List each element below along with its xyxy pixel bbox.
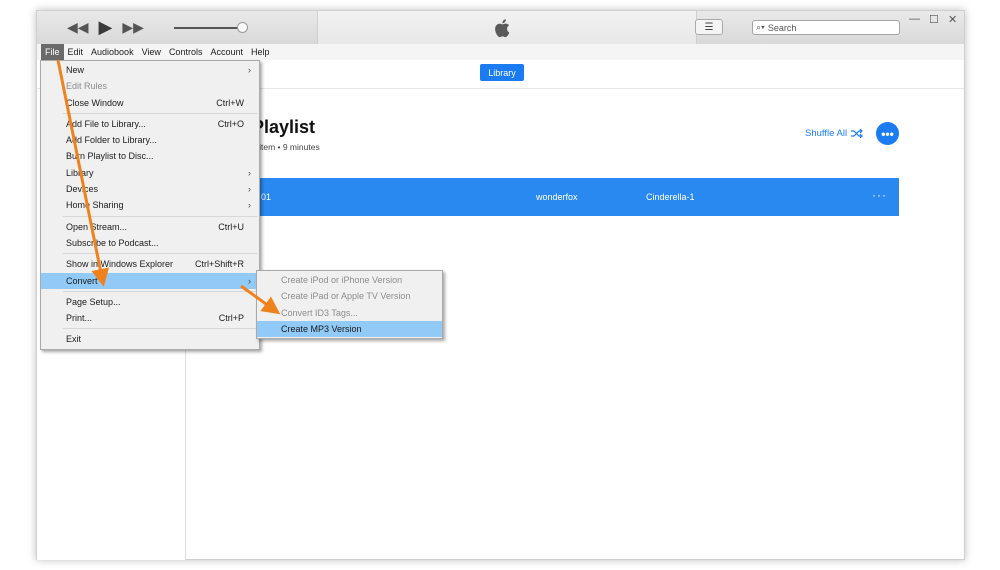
track-album: Cinderella-1	[646, 192, 695, 202]
menu-item-convert[interactable]: Convert ›	[41, 272, 259, 289]
title-bar: ◀◀ ▶ ▶▶ ☰ ⌕▾ — ☐ ✕	[37, 11, 964, 45]
menu-item-shortcut: Ctrl+P	[218, 313, 244, 324]
menu-item-shortcut: Ctrl+U	[218, 221, 244, 232]
shuffle-icon	[851, 129, 863, 138]
menu-item-label: Subscribe to Podcast...	[66, 237, 159, 248]
search-field[interactable]: ⌕▾	[752, 20, 900, 35]
menu-item-new[interactable]: New ›	[41, 62, 259, 78]
menu-audiobook[interactable]: Audiobook	[87, 44, 138, 60]
now-playing-display	[317, 11, 697, 44]
chevron-right-icon: ›	[248, 275, 251, 286]
menu-item-label: Exit	[66, 334, 82, 345]
menu-item-label: Open Stream...	[66, 221, 128, 232]
submenu-item-convert-id3-tags: Convert ID3 Tags...	[257, 305, 442, 321]
menu-item-label: Create iPad or Apple TV Version	[281, 291, 411, 302]
submenu-item-create-ipod-version: Create iPod or iPhone Version	[257, 272, 442, 288]
shuffle-all-label: Shuffle All	[805, 128, 848, 139]
chevron-right-icon: ›	[248, 167, 251, 178]
minimize-button[interactable]: —	[909, 13, 920, 25]
menu-item-label: Convert ID3 Tags...	[281, 307, 358, 318]
menu-bar: File Edit Audiobook View Controls Accoun…	[37, 44, 964, 60]
menu-item-library[interactable]: Library ›	[41, 165, 259, 181]
volume-slider-knob[interactable]	[237, 22, 248, 33]
menu-item-home-sharing[interactable]: Home Sharing ›	[41, 197, 259, 213]
menu-item-label: Create MP3 Version	[281, 323, 362, 334]
menu-item-label: Convert	[66, 275, 98, 286]
submenu-item-create-ipad-version: Create iPad or Apple TV Version	[257, 288, 442, 304]
track-more-button[interactable]: ···	[872, 188, 887, 202]
menu-item-label: Add File to Library...	[66, 118, 146, 129]
menu-controls[interactable]: Controls	[165, 44, 207, 60]
menu-item-subscribe-podcast[interactable]: Subscribe to Podcast...	[41, 235, 259, 251]
menu-item-show-in-explorer[interactable]: Show in Windows Explorer Ctrl+Shift+R	[41, 256, 259, 272]
menu-item-label: Page Setup...	[66, 296, 121, 307]
menu-item-shortcut: Ctrl+Shift+R	[194, 259, 244, 270]
fast-forward-icon[interactable]: ▶▶	[122, 19, 144, 35]
menu-item-label: Home Sharing	[66, 200, 124, 211]
menu-separator	[63, 290, 257, 292]
menu-item-edit-rules: Edit Rules	[41, 78, 259, 94]
volume-slider-track[interactable]	[174, 27, 246, 29]
menu-item-label: Devices	[66, 184, 99, 195]
menu-item-label: Create iPod or iPhone Version	[281, 275, 403, 285]
menu-item-add-file[interactable]: Add File to Library... Ctrl+O	[41, 116, 259, 132]
menu-item-add-folder[interactable]: Add Folder to Library...	[41, 132, 259, 148]
menu-item-label: Library	[66, 167, 94, 178]
menu-separator	[63, 253, 257, 255]
chevron-right-icon: ›	[248, 184, 251, 195]
rewind-icon[interactable]: ◀◀	[67, 19, 89, 35]
menu-edit[interactable]: Edit	[64, 44, 88, 60]
menu-separator	[63, 112, 257, 114]
menu-item-label: Show in Windows Explorer	[66, 259, 174, 270]
menu-separator	[63, 328, 257, 330]
apple-logo-icon	[495, 19, 510, 38]
shuffle-all-button[interactable]: Shuffle All	[805, 128, 864, 139]
file-menu-dropdown: New › Edit Rules Close Window Ctrl+W Add F…	[40, 60, 260, 350]
menu-item-label: New	[66, 65, 85, 75]
menu-item-exit[interactable]: Exit	[41, 331, 259, 347]
maximize-button[interactable]: ☐	[929, 13, 939, 26]
menu-item-close-window[interactable]: Close Window Ctrl+W	[41, 95, 259, 111]
chevron-right-icon: ›	[248, 200, 251, 211]
menu-account[interactable]: Account	[206, 44, 247, 60]
close-button[interactable]: ✕	[948, 13, 957, 26]
menu-item-page-setup[interactable]: Page Setup...	[41, 294, 259, 310]
submenu-item-create-mp3-version[interactable]: Create MP3 Version	[257, 320, 442, 338]
playlist-title: Playlist	[252, 117, 316, 137]
track-number: 01	[261, 192, 272, 202]
chevron-right-icon: ›	[248, 65, 251, 75]
play-icon[interactable]: ▶	[99, 18, 113, 36]
menu-item-label: Edit Rules	[66, 81, 108, 92]
track-row[interactable]: 01 wonderfox Cinderella-1 ···	[148, 178, 899, 216]
menu-item-label: Burn Playlist to Disc...	[66, 151, 154, 162]
menu-item-label: Add Folder to Library...	[66, 135, 157, 146]
menu-separator	[63, 215, 257, 217]
convert-submenu: Create iPod or iPhone Version Create iPa…	[256, 270, 443, 340]
menu-file[interactable]: File	[41, 44, 64, 60]
playlist-more-button[interactable]: •••	[876, 122, 899, 145]
list-view-button[interactable]: ☰	[695, 19, 723, 35]
menu-item-label: Close Window	[66, 97, 124, 108]
menu-help[interactable]: Help	[247, 44, 274, 60]
menu-item-devices[interactable]: Devices ›	[41, 181, 259, 197]
menu-item-label: Print...	[66, 313, 93, 324]
list-icon: ☰	[704, 21, 714, 33]
playlist-subtitle: 1 item • 9 minutes	[252, 142, 320, 152]
search-icon: ⌕▾	[756, 22, 765, 32]
menu-item-shortcut: Ctrl+O	[217, 118, 244, 129]
track-artist: wonderfox	[536, 192, 578, 202]
menu-view[interactable]: View	[138, 44, 165, 60]
menu-item-open-stream[interactable]: Open Stream... Ctrl+U	[41, 219, 259, 235]
search-input[interactable]	[767, 22, 878, 33]
library-button[interactable]: Library	[480, 64, 524, 81]
menu-item-burn-playlist[interactable]: Burn Playlist to Disc...	[41, 148, 259, 164]
menu-item-print[interactable]: Print... Ctrl+P	[41, 310, 259, 326]
playback-controls: ◀◀ ▶ ▶▶	[67, 18, 144, 36]
menu-item-shortcut: Ctrl+W	[216, 97, 244, 108]
